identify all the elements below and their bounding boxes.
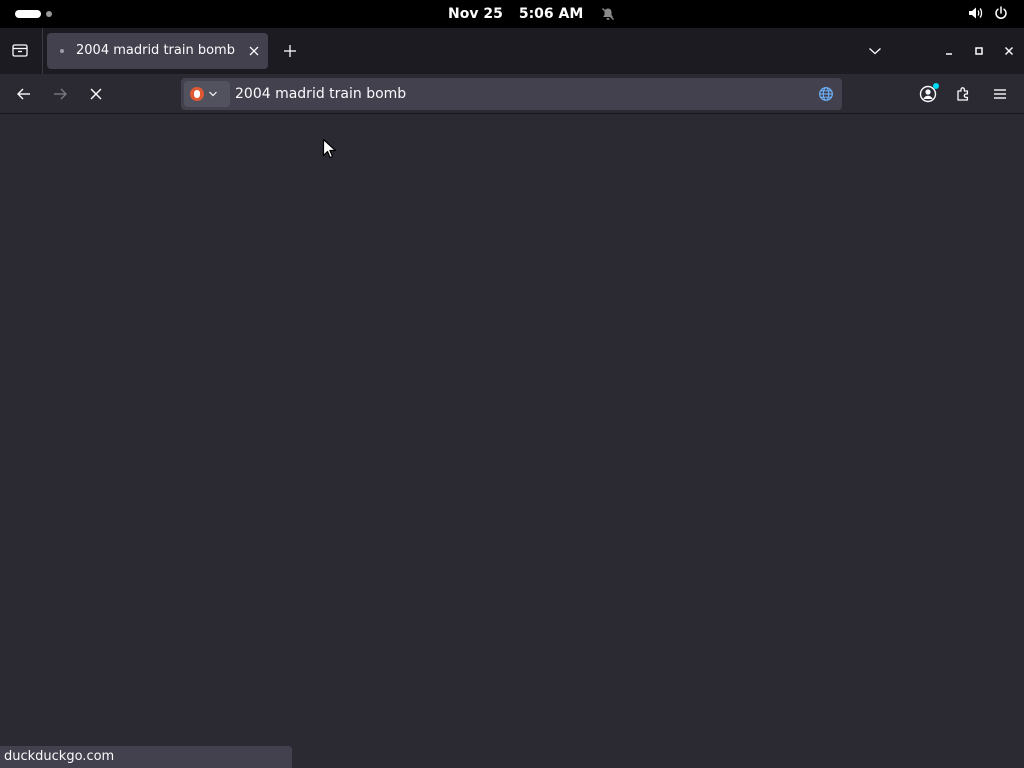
close-icon [249,46,259,56]
back-button[interactable] [10,80,38,108]
maximize-button[interactable] [968,40,990,62]
chevron-down-icon [869,48,881,55]
extensions-button[interactable] [950,80,978,108]
mouse-cursor-icon [322,138,337,159]
maximize-icon [975,47,983,55]
forward-button[interactable] [46,80,74,108]
firefox-view-button[interactable] [6,36,34,64]
volume-icon[interactable] [968,5,983,24]
hamburger-menu-icon [994,89,1006,99]
chevron-down-icon [209,91,217,97]
arrow-right-icon [54,88,67,100]
app-menu-button[interactable] [986,80,1014,108]
tab-strip: 2004 madrid train bomb [0,28,1024,74]
notification-badge-icon [933,83,939,89]
firefox-view-icon [12,44,28,57]
workspace-active-indicator [15,10,41,18]
puzzle-piece-icon [957,87,969,101]
list-all-tabs-button[interactable] [862,38,888,64]
system-tray[interactable] [968,0,1008,28]
translate-globe-icon[interactable] [817,85,835,103]
address-bar[interactable] [181,78,842,110]
page-content[interactable] [0,115,1024,768]
new-tab-button[interactable] [277,38,303,64]
arrow-left-icon [17,88,30,100]
close-icon [1005,47,1013,55]
tab-close-button[interactable] [244,41,264,61]
clock-button[interactable]: Nov 25 5:06 AM [448,0,615,28]
stop-button[interactable] [82,80,110,108]
notifications-off-icon [601,7,615,21]
system-top-bar: Nov 25 5:06 AM [0,0,1024,28]
power-icon[interactable] [994,5,1008,24]
tab-title: 2004 madrid train bomb [76,43,235,58]
tab-active[interactable]: 2004 madrid train bomb [47,33,268,69]
navigation-toolbar [0,74,1024,114]
stop-icon [90,88,102,100]
plus-icon [284,45,296,57]
duckduckgo-icon [190,87,204,101]
url-input[interactable] [235,84,805,104]
status-panel: duckduckgo.com [0,746,292,768]
date-label: Nov 25 [448,6,503,22]
tab-loading-icon [60,49,64,53]
workspace-indicator [46,11,52,17]
time-label: 5:06 AM [518,6,584,22]
account-button[interactable] [914,80,942,108]
minimize-button[interactable] [938,40,960,62]
activities-button[interactable] [15,10,52,18]
tab-divider [42,28,43,74]
minimize-icon [946,53,952,55]
search-engine-button[interactable] [184,81,230,107]
window-close-button[interactable] [998,40,1020,62]
